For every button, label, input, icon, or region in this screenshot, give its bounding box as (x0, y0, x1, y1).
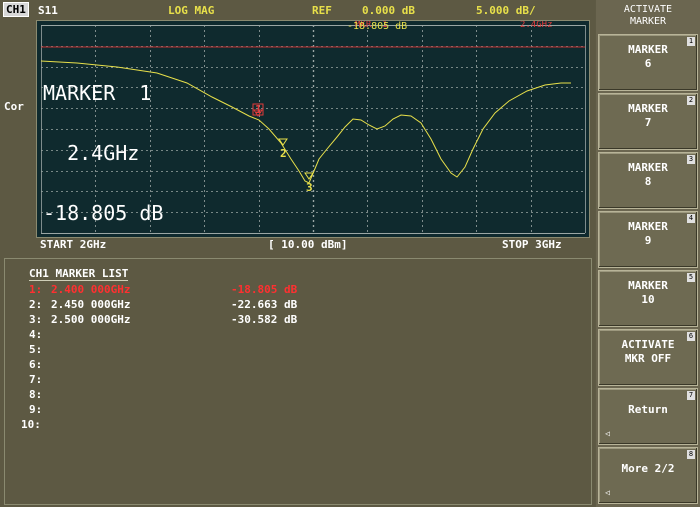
softkey-number: 4 (687, 214, 695, 223)
marker-readout-value: -18.805 dB (43, 201, 164, 225)
marker-index: 7: (29, 373, 43, 386)
softkey-4[interactable]: MARKER 9 4 (598, 211, 698, 268)
softkey-number: 2 (687, 96, 695, 105)
softkey-label: MARKER (628, 161, 668, 174)
menu-title-line2: MARKER (629, 16, 667, 27)
marker-value: -22.663 dB (231, 298, 298, 311)
source-power: [ 10.00 dBm] (268, 238, 348, 251)
softkey-7[interactable]: Return 7 ◁ (598, 388, 698, 445)
ref-value: 0.000 dB (362, 4, 415, 17)
parameter-label: S11 (38, 4, 58, 17)
stop-frequency: STOP 3GHz (502, 238, 562, 251)
marker-index: 10: (21, 418, 41, 431)
correction-indicator: Cor (4, 100, 24, 113)
softkey-label: More 2/2 (621, 462, 675, 475)
active-marker-readout: MARKER 1 2.4GHz -18.805 dB (43, 43, 164, 237)
marker-index: 5: (29, 343, 43, 356)
marker-frequency: 2.500 000GHz (51, 313, 131, 326)
svg-text:2: 2 (280, 147, 287, 160)
softkey-label: MARKER (628, 102, 668, 115)
softkey-number: 1 (687, 37, 695, 46)
measurement-panel: CH1 S11 LOG MAG REF 0.000 dB 5.000 dB/ C… (0, 0, 595, 507)
marker-index: 1: (29, 283, 43, 296)
marker-index: 9: (29, 403, 43, 416)
marker-value: -18.805 dB (231, 283, 298, 296)
marker-list: CH1 MARKER LIST 1: 2.400 000GHz -18.805 dB… (4, 258, 592, 505)
softkey-sublabel: 6 (644, 57, 652, 70)
softkey-8[interactable]: More 2/2 8 ◁ (598, 447, 698, 504)
softkey-5[interactable]: MARKER 10 5 (598, 270, 698, 327)
channel-header: CH1 S11 LOG MAG REF 0.000 dB 5.000 dB/ (0, 0, 595, 20)
menu-title: ACTIVATE MARKER (596, 4, 700, 28)
softkey-number: 6 (687, 332, 695, 341)
softkey-6[interactable]: ACTIVATE MKR OFF 6 (598, 329, 698, 386)
marker-frequency: 2.450 000GHz (51, 298, 131, 311)
softkey-number: 7 (687, 391, 695, 400)
start-frequency: START 2GHz (40, 238, 107, 251)
marker-readout-freq: 2.4GHz (43, 141, 140, 165)
softkey-sublabel: 7 (644, 116, 652, 129)
marker-index: 2: (29, 298, 43, 311)
softkey-label: MARKER (628, 43, 668, 56)
trace-plot[interactable]: 123 MKR 1 -18.805 dB 2.4GHz MARKER 1 2.4… (36, 20, 590, 238)
softkey-menu: ACTIVATE MARKER MARKER 6 1 MARKER 7 2 MARKER 8 3… (596, 0, 700, 507)
softkey-sublabel: 9 (644, 234, 652, 247)
marker-readout-title: MARKER 1 (43, 81, 152, 105)
softkey-1[interactable]: MARKER 6 1 (598, 34, 698, 91)
softkey-label: Return (628, 403, 668, 416)
marker-index: 6: (29, 358, 43, 371)
arrow-left-icon: ◁ (605, 429, 610, 438)
marker-list-title: CH1 MARKER LIST (29, 267, 129, 281)
marker-value: -30.582 dB (231, 313, 298, 326)
ref-label: REF (312, 4, 332, 17)
marker-header-freq: 2.4GHz (520, 20, 553, 30)
softkey-3[interactable]: MARKER 8 3 (598, 152, 698, 209)
softkey-sublabel: 8 (644, 175, 652, 188)
softkey-sublabel: 10 (641, 293, 655, 306)
softkey-label: MARKER (628, 279, 668, 292)
softkey-number: 5 (687, 273, 695, 282)
marker-header-value: -18.805 dB (347, 21, 408, 32)
arrow-left-icon: ◁ (605, 488, 610, 497)
marker-1[interactable]: 1 (252, 103, 264, 117)
marker-index: 3: (29, 313, 43, 326)
channel-badge[interactable]: CH1 (3, 2, 29, 17)
scale-value: 5.000 dB/ (476, 4, 536, 17)
softkey-label: ACTIVATE (621, 338, 675, 351)
svg-text:1: 1 (255, 103, 262, 116)
format-label: LOG MAG (168, 4, 215, 17)
softkey-number: 8 (687, 450, 695, 459)
svg-text:3: 3 (306, 181, 313, 194)
softkey-2[interactable]: MARKER 7 2 (598, 93, 698, 150)
marker-frequency: 2.400 000GHz (51, 283, 131, 296)
softkey-sublabel: MKR OFF (624, 352, 672, 365)
sweep-footer: START 2GHz [ 10.00 dBm] STOP 3GHz (36, 237, 588, 253)
network-analyzer-screen: CH1 S11 LOG MAG REF 0.000 dB 5.000 dB/ C… (0, 0, 700, 507)
softkey-label: MARKER (628, 220, 668, 233)
menu-title-line1: ACTIVATE (623, 4, 673, 15)
marker-index: 8: (29, 388, 43, 401)
softkey-number: 3 (687, 155, 695, 164)
marker-index: 4: (29, 328, 43, 341)
